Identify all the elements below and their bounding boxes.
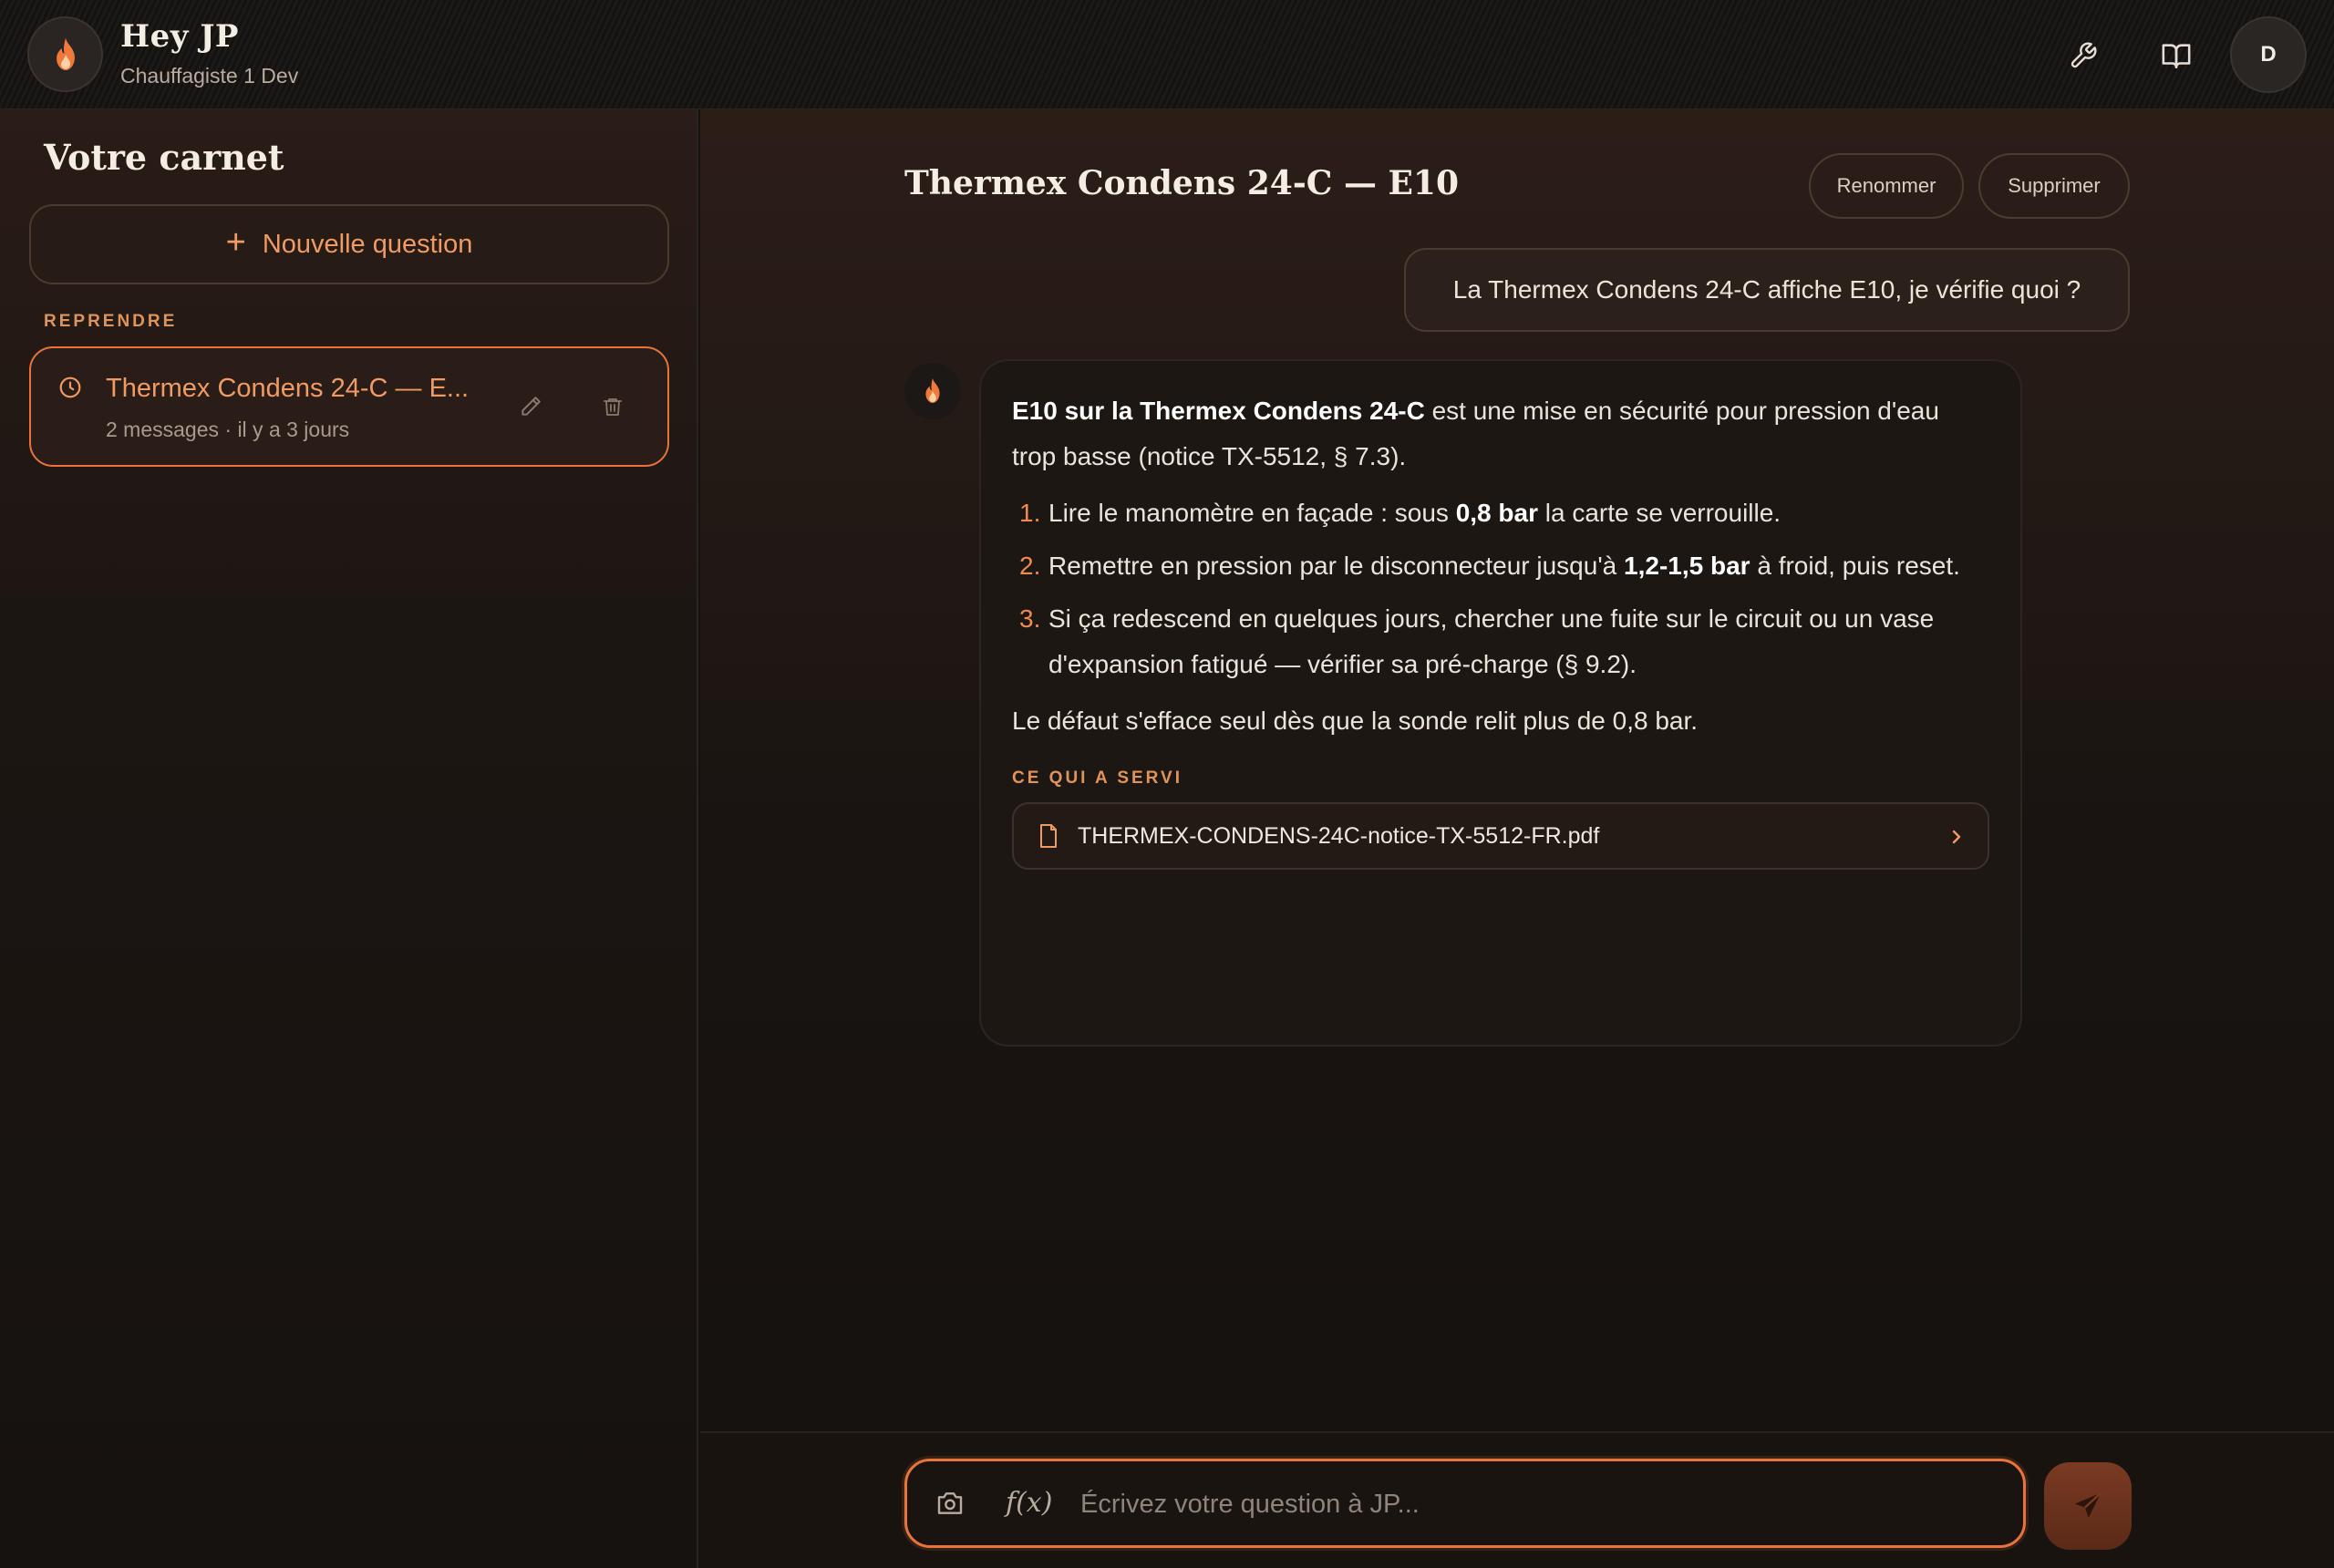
send-button[interactable] (2044, 1462, 2132, 1550)
clock-icon (58, 376, 82, 404)
step-text: à froid, puis reset. (1750, 552, 1960, 580)
step-bold: 1,2-1,5 bar (1624, 552, 1750, 580)
pencil-icon (522, 397, 541, 416)
top-bar: Hey JP Chauffagiste 1 Dev D (0, 0, 2334, 109)
source-filename: THERMEX-CONDENS-24C-notice-TX-5512-FR.pd… (1078, 822, 1600, 849)
document-icon (1038, 823, 1059, 849)
edit-conversation-button[interactable] (512, 388, 549, 425)
composer-area: f(x) (700, 1431, 2334, 1568)
delete-conversation-button[interactable] (594, 388, 631, 425)
assistant-avatar (904, 363, 961, 419)
user-role: Chauffagiste 1 Dev (120, 64, 299, 88)
step-text: Remettre en pression par le disconnecteu… (1048, 552, 1625, 580)
source-document[interactable]: THERMEX-CONDENS-24C-notice-TX-5512-FR.pd… (1012, 802, 1989, 870)
conversation-heading: Thermex Condens 24-C — E10 (904, 164, 1460, 202)
list-item: 1. Lire le manomètre en façade : sous 0,8… (1012, 490, 1989, 536)
brand: Hey JP Chauffagiste 1 Dev (120, 18, 298, 88)
trash-icon (604, 398, 622, 416)
book-icon (2162, 44, 2191, 69)
send-icon (2074, 1491, 2102, 1518)
sidebar-title: Votre carnet (44, 137, 284, 178)
chevron-right-icon (1949, 826, 1964, 848)
flame-icon (925, 377, 940, 403)
step-bold: 0,8 bar (1455, 499, 1538, 527)
answer-intro-bold: E10 sur la Thermex Condens 24-C (1012, 397, 1425, 425)
plus-icon: + (225, 223, 246, 262)
user-message: La Thermex Condens 24-C affiche E10, je … (1404, 248, 2130, 332)
user-avatar[interactable]: D (2230, 16, 2307, 93)
formula-button[interactable]: f(x) (1006, 1487, 1052, 1519)
list-item: 2. Remettre en pression par le disconnect… (1012, 543, 1989, 589)
step-text: Si ça redescend en quelques jours, cherc… (1048, 604, 1935, 678)
answer-outro: Le défaut s'efface seul dès que la sonde… (1012, 707, 1699, 735)
flame-icon (56, 37, 75, 70)
list-item: 3. Si ça redescend en quelques jours, che… (1012, 596, 1989, 687)
step-text: la carte se verrouille. (1537, 499, 1781, 527)
new-question-button[interactable]: + Nouvelle question (29, 204, 669, 284)
conversation-meta: 2 messages · il y a 3 jours (106, 418, 350, 441)
tools-button[interactable] (2051, 24, 2115, 88)
conversation-item[interactable]: Thermex Condens 24-C — E... 2 messages ·… (29, 346, 669, 467)
rename-button[interactable]: Renommer (1809, 153, 1964, 219)
section-label: REPRENDRE (44, 312, 178, 331)
composer: f(x) (904, 1459, 2026, 1548)
step-number: 3. (1019, 604, 1041, 633)
library-button[interactable] (2144, 24, 2208, 88)
answer-steps: 1. Lire le manomètre en façade : sous 0,8… (1012, 490, 1989, 687)
question-input[interactable] (1080, 1480, 1992, 1529)
sources-label: CE QUI A SERVI (1012, 769, 1182, 788)
conversation-title: Thermex Condens 24-C — E... (106, 374, 470, 403)
conversation-panel: Thermex Condens 24-C — E10 Renommer Supp… (700, 109, 2334, 1431)
app-logo[interactable] (27, 16, 103, 92)
new-question-label: Nouvelle question (262, 229, 473, 259)
delete-button[interactable]: Supprimer (1978, 153, 2130, 219)
step-text: Lire le manomètre en façade : sous (1048, 499, 1456, 527)
camera-button[interactable] (935, 1489, 966, 1518)
assistant-message: E10 sur la Thermex Condens 24-C est une … (981, 361, 2020, 1045)
camera-icon (937, 1492, 963, 1514)
answer-intro: E10 sur la Thermex Condens 24-C est une … (1012, 388, 1989, 480)
sidebar: Votre carnet + Nouvelle question REPREND… (0, 109, 698, 1568)
wrench-icon (2071, 42, 2097, 68)
step-number: 1. (1019, 499, 1041, 527)
app-title: Hey JP (120, 18, 240, 55)
step-number: 2. (1019, 552, 1041, 580)
